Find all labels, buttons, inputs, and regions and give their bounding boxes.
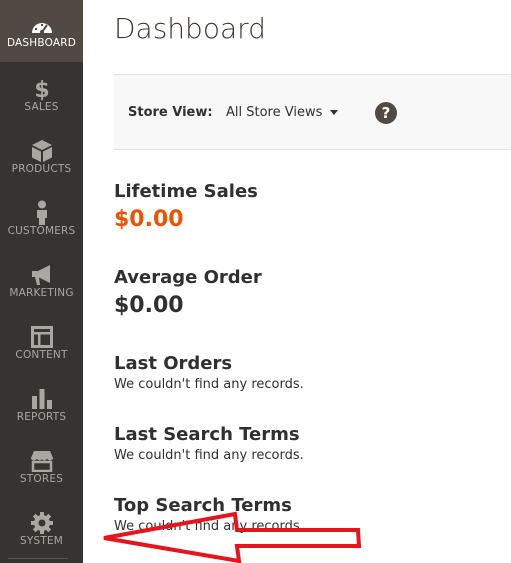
annotation-arrow-icon xyxy=(103,511,362,563)
top-search-terms-empty-text: We couldn't find any records. xyxy=(114,519,304,534)
store-view-selected: All Store Views xyxy=(226,105,323,120)
page-title: Dashboard xyxy=(114,12,266,45)
average-order-title: Average Order xyxy=(114,267,262,288)
megaphone-icon xyxy=(0,262,83,288)
admin-sidebar: DASHBOARD $ SALES PRODUCTS CUSTOMERS MAR… xyxy=(0,0,83,563)
sidebar-item-dashboard[interactable]: DASHBOARD xyxy=(0,0,83,62)
bar-chart-icon xyxy=(0,386,83,412)
last-search-terms-title: Last Search Terms xyxy=(114,424,300,445)
storefront-icon xyxy=(0,448,83,474)
sidebar-item-label: SYSTEM xyxy=(19,535,64,547)
dollar-icon: $ xyxy=(0,76,83,102)
sidebar-item-marketing[interactable]: MARKETING xyxy=(0,248,83,310)
store-view-label: Store View: xyxy=(128,105,213,120)
top-search-terms-title: Top Search Terms xyxy=(114,495,292,516)
box-icon xyxy=(0,138,83,164)
sidebar-item-sales[interactable]: $ SALES xyxy=(0,62,83,124)
sidebar-item-customers[interactable]: CUSTOMERS xyxy=(0,186,83,248)
sidebar-divider xyxy=(8,558,68,559)
sidebar-item-label: SALES xyxy=(24,101,59,113)
layout-icon xyxy=(0,324,83,350)
sidebar-item-content[interactable]: CONTENT xyxy=(0,310,83,372)
gear-icon xyxy=(0,510,83,536)
sidebar-item-label: REPORTS xyxy=(16,411,67,423)
last-search-terms-empty-text: We couldn't find any records. xyxy=(114,448,304,463)
store-view-switcher[interactable]: All Store Views xyxy=(226,105,339,120)
sidebar-item-label: MARKETING xyxy=(9,287,74,299)
sidebar-item-system[interactable]: SYSTEM xyxy=(0,496,83,558)
chevron-down-icon xyxy=(330,110,339,115)
sidebar-item-label: STORES xyxy=(19,473,64,485)
sidebar-item-label: CONTENT xyxy=(15,349,68,361)
help-icon[interactable]: ? xyxy=(375,102,397,124)
lifetime-sales-value: $0.00 xyxy=(114,207,184,232)
sidebar-item-reports[interactable]: REPORTS xyxy=(0,372,83,434)
sidebar-item-stores[interactable]: STORES xyxy=(0,434,83,496)
admin-app: DASHBOARD $ SALES PRODUCTS CUSTOMERS MAR… xyxy=(0,0,511,563)
svg-text:$: $ xyxy=(34,78,49,101)
sidebar-item-products[interactable]: PRODUCTS xyxy=(0,124,83,186)
last-orders-empty-text: We couldn't find any records. xyxy=(114,377,304,392)
lifetime-sales-title: Lifetime Sales xyxy=(114,181,258,202)
sidebar-item-label: PRODUCTS xyxy=(11,163,72,175)
average-order-value: $0.00 xyxy=(114,293,184,318)
sidebar-item-label: DASHBOARD xyxy=(6,37,77,49)
person-icon xyxy=(0,200,83,226)
store-view-bar: Store View: All Store Views ? xyxy=(114,74,511,150)
sidebar-item-label: CUSTOMERS xyxy=(7,225,76,237)
last-orders-title: Last Orders xyxy=(114,353,233,374)
